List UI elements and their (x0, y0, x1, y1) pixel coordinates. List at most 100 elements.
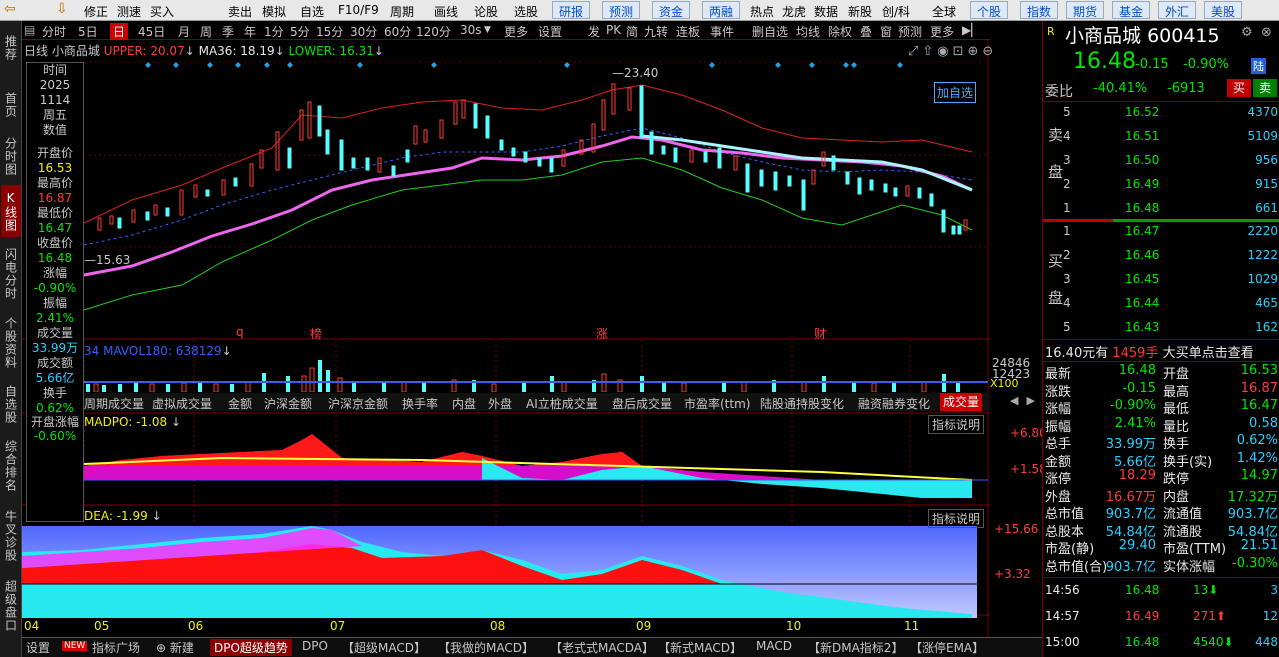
vtab-turnover[interactable]: 换手率 (402, 395, 438, 412)
period-day[interactable]: 日 (110, 23, 129, 40)
btab-dpo[interactable]: DPO (302, 639, 328, 653)
btab-new-macd[interactable]: 【新式MACD】 (658, 639, 742, 656)
tool-window[interactable]: 窗 (880, 23, 892, 40)
vtab-hk[interactable]: 陆股通持股变化 (760, 395, 844, 412)
nav-diagnose[interactable]: 牛叉诊股 (1, 503, 21, 569)
toolbar-draw[interactable]: 画线 (434, 3, 458, 20)
nav-recommend[interactable]: 推荐 (1, 23, 21, 73)
period-week[interactable]: 周 (200, 23, 212, 40)
period-year[interactable]: 年 (244, 23, 256, 40)
tab-data[interactable]: 数据 (814, 3, 838, 20)
period-1min[interactable]: 1分 (264, 23, 284, 40)
nav-ranking[interactable]: 综合排名 (1, 433, 21, 499)
tab-fund[interactable]: 基金 (1112, 1, 1151, 19)
tab-stock[interactable]: 个股 (970, 1, 1009, 19)
play-icon[interactable]: ▶▏ (962, 23, 980, 37)
vtab-amount[interactable]: 金额 (228, 395, 252, 412)
tab-funds[interactable]: 资金 (652, 1, 691, 19)
grid-icon[interactable]: ▤ (24, 23, 35, 37)
close-icon[interactable]: ⊗ (1261, 25, 1272, 40)
toolbar-watchlist[interactable]: 自选 (300, 3, 324, 20)
toolbar-simulate[interactable]: 模拟 (262, 3, 286, 20)
toolbar-screener[interactable]: 选股 (514, 3, 538, 20)
madpo-explain-button[interactable]: 指标说明 (928, 415, 985, 434)
period-timeshare[interactable]: 分时 (42, 23, 66, 40)
period-30min[interactable]: 30分 (350, 23, 377, 40)
vtab-scroll-icons[interactable]: ◀▶ (1010, 394, 1043, 407)
toolbar-speedtest[interactable]: 测速 (117, 3, 141, 20)
back-icon[interactable]: ⇦ (4, 1, 16, 17)
toolbar-period[interactable]: 周期 (390, 3, 414, 20)
toolbar-sell[interactable]: 卖出 (228, 3, 252, 20)
vtab-inner[interactable]: 内盘 (452, 395, 476, 412)
tab-hotspot[interactable]: 热点 (750, 3, 774, 20)
tab-dragon[interactable]: 龙虎 (782, 3, 806, 20)
period-15min[interactable]: 15分 (316, 23, 343, 40)
period-quarter[interactable]: 季 (222, 23, 234, 40)
buy-button[interactable]: 买 (1227, 79, 1251, 97)
nav-flash[interactable]: 闪电分时 (1, 241, 21, 307)
period-dropdown-icon[interactable]: ▼ (484, 25, 491, 35)
tool-exright[interactable]: 除权 (828, 23, 852, 40)
tab-ipo[interactable]: 新股 (848, 3, 872, 20)
tool-ma[interactable]: 均线 (796, 23, 820, 40)
vtab-hsj-amount[interactable]: 沪深京金额 (328, 395, 388, 412)
big-order-link[interactable]: 16.40元有 1459手 大买单点击查看 (1045, 342, 1254, 361)
nav-timeshare[interactable]: 分时图 (1, 131, 21, 181)
add-watchlist-button[interactable]: 加自选 (934, 82, 977, 103)
tool-post[interactable]: 发 (588, 23, 600, 40)
vtab-hs-amount[interactable]: 沪深金额 (264, 395, 312, 412)
period-5day[interactable]: 5日 (78, 23, 98, 40)
btab-macd[interactable]: MACD (756, 639, 792, 653)
btab-new[interactable]: ⊕ 新建 (156, 639, 194, 656)
period-settings[interactable]: 设置 (538, 23, 562, 40)
tab-index[interactable]: 指数 (1020, 1, 1059, 19)
toolbar-fix[interactable]: 修正 (84, 3, 108, 20)
tool-limitup[interactable]: 连板 (676, 23, 700, 40)
sell-button[interactable]: 卖 (1253, 79, 1277, 97)
period-30s[interactable]: 30s (460, 23, 482, 37)
toolbar-f10[interactable]: F10/F9 (338, 3, 379, 17)
tool-nine[interactable]: 九转 (644, 23, 668, 40)
vtab-outer[interactable]: 外盘 (488, 395, 512, 412)
toolbar-buy[interactable]: 买入 (150, 3, 174, 20)
toolbar-forum[interactable]: 论股 (474, 3, 498, 20)
period-more[interactable]: 更多 (504, 23, 528, 40)
period-60min[interactable]: 60分 (384, 23, 411, 40)
nav-watchlist[interactable]: 自选股 (1, 379, 21, 429)
tab-usstock[interactable]: 美股 (1204, 1, 1243, 19)
dea-chart[interactable] (22, 508, 990, 618)
period-5min[interactable]: 5分 (290, 23, 310, 40)
vtab-virtual[interactable]: 虚拟成交量 (152, 395, 212, 412)
tool-del-watch[interactable]: 删自选 (752, 23, 788, 40)
event-mark-q[interactable]: q (236, 325, 244, 339)
tool-overlay[interactable]: 叠 (860, 23, 872, 40)
btab-old-macda[interactable]: 【老式式MACDA】 (550, 639, 654, 656)
nav-superpanel[interactable]: 超级盘口 (1, 573, 21, 639)
tab-chuangke[interactable]: 创/科 (882, 3, 910, 20)
tab-margin[interactable]: 两融 (702, 1, 741, 19)
btab-square[interactable]: 指标广场 (92, 639, 140, 656)
btab-super-macd[interactable]: 【超级MACD】 (342, 639, 426, 656)
vtab-pe[interactable]: 市盈率(ttm) (684, 395, 750, 412)
dea-explain-button[interactable]: 指标说明 (928, 509, 985, 528)
down-arrow-icon[interactable]: ⇩ (56, 1, 68, 17)
btab-dma2[interactable]: 【新DMA指标2】 (808, 639, 903, 656)
period-45day[interactable]: 45日 (138, 23, 165, 40)
vtab-after[interactable]: 盘后成交量 (612, 395, 672, 412)
period-120min[interactable]: 120分 (416, 23, 451, 40)
btab-ema[interactable]: 【涨停EMA】 (910, 639, 984, 656)
btab-dpo-super[interactable]: DPO超级趋势 (210, 639, 292, 656)
tool-pk[interactable]: PK (606, 23, 621, 37)
tool-more[interactable]: 更多 (930, 23, 954, 40)
chart-tool-icons[interactable]: ⤢⇧◉⊡⊕⊖ (908, 44, 997, 59)
tool-event[interactable]: 事件 (710, 23, 734, 40)
tab-forecast[interactable]: 预测 (602, 1, 641, 19)
tab-forex[interactable]: 外汇 (1158, 1, 1197, 19)
period-month[interactable]: 月 (178, 23, 190, 40)
vtab-margin[interactable]: 融资融券变化 (858, 395, 930, 412)
tab-global[interactable]: 全球 (932, 3, 956, 20)
nav-home[interactable]: 首页 (1, 85, 21, 125)
vtab-period[interactable]: 周期成交量 (84, 395, 144, 412)
nav-kline[interactable]: K线图 (1, 185, 21, 237)
